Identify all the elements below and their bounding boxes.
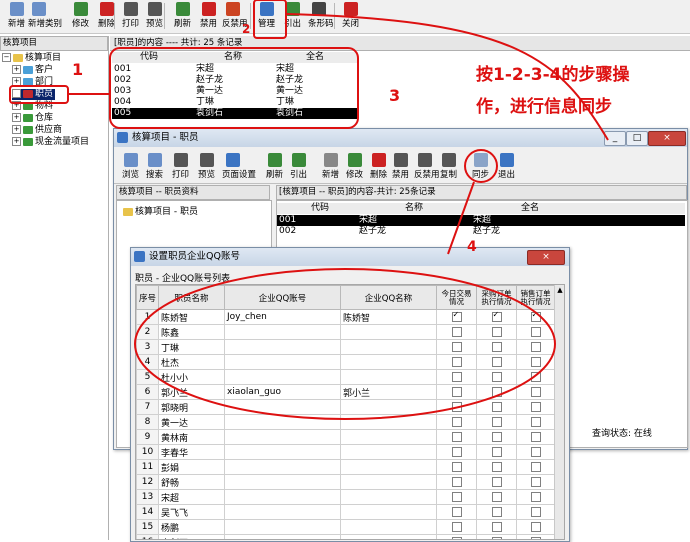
step3-label: 3 [389, 86, 401, 105]
annotation-overlay [9, 0, 609, 420]
step2-box [253, 0, 287, 39]
step3-arrow [285, 13, 609, 141]
step1-box [9, 85, 69, 104]
step1-label: 1 [72, 60, 84, 79]
step4-label: 4 [467, 239, 477, 255]
step2-label: 2 [242, 22, 251, 36]
dialog-highlight-oval [134, 268, 556, 420]
step4-circle [464, 149, 498, 183]
grid-highlight-box [109, 47, 359, 129]
